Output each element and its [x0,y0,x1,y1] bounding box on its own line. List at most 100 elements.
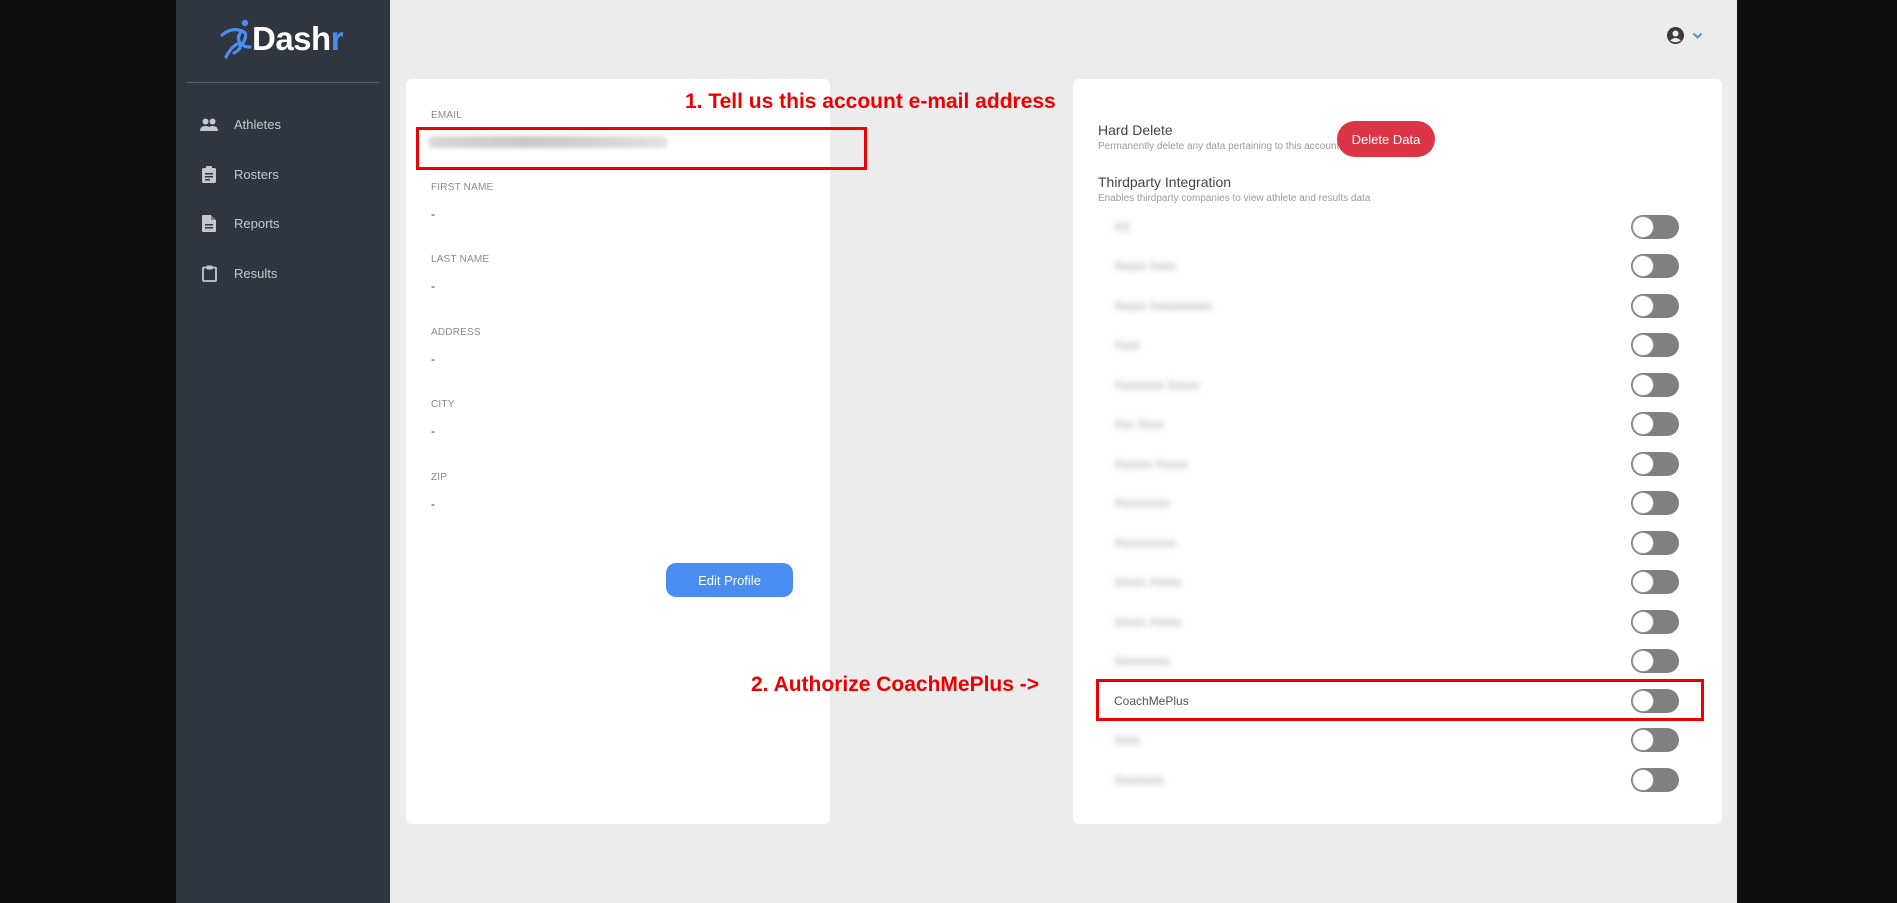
toggle-knob [1632,531,1654,554]
integration-toggle[interactable] [1631,570,1679,595]
integration-label: Xxxxx Xxxxx [1114,575,1182,590]
field-value: - [431,424,435,438]
field-value: - [431,352,435,366]
integration-toggle[interactable] [1631,214,1679,239]
field-value: - [431,279,435,293]
integration-toggle[interactable] [1631,451,1679,476]
integration-row: Xxxxxx Xxxxx [1098,444,1696,484]
email-field: EMAIL [431,110,462,121]
sidebar-item-label: Athletes [234,117,281,133]
dashr-logo[interactable]: Dashr [220,14,344,64]
integration-toggle[interactable] [1631,649,1679,674]
integration-row: Xxxxxxxxx [1098,484,1696,524]
toggle-knob [1632,255,1654,278]
integration-row: Xxxx [1098,326,1696,366]
integration-row: Xxx Xxxx [1098,405,1696,445]
toggle-knob [1632,768,1654,791]
integration-label: Xxxxx Xxxxxxxxxn [1114,298,1213,313]
sidebar-item-label: Results [234,265,278,281]
field-value: - [431,497,435,511]
integration-row: XX [1098,207,1696,247]
toggle-knob [1632,571,1654,594]
integration-label: Xxxxxxxxx [1114,654,1171,669]
field-label: EMAIL [431,110,463,121]
integration-label: Xxxxx Xxxx [1114,259,1176,274]
user-menu[interactable] [1667,27,1703,44]
integration-row: Xxxxx Xxxx [1098,247,1696,287]
sidebar-divider [187,82,379,83]
city-field: CITY - [431,399,455,438]
delete-data-button[interactable]: Delete Data [1337,121,1435,157]
clipboard-list-icon [199,164,219,184]
integration-toggle[interactable] [1631,293,1679,318]
file-text-icon [199,214,219,234]
sidebar-item-label: Reports [234,216,280,232]
integration-toggle[interactable] [1631,728,1679,753]
integration-label: Xxxxxx Xxxxx [1114,456,1188,471]
integration-row: Xxxx [1098,721,1696,761]
annotation-step1: 1. Tell us this account e-mail address [685,90,1056,113]
address-field: ADDRESS - [431,327,481,366]
clipboard-icon [199,263,219,283]
integration-toggle[interactable] [1631,609,1679,634]
integration-row: Xxxxxxxxxx [1098,523,1696,563]
zip-field: ZIP - [431,472,447,511]
last-name-field: LAST NAME - [431,254,489,293]
sidebar-item-results[interactable]: Results [176,249,390,299]
toggle-knob [1632,215,1654,238]
integration-row: Xxxxx Xxxxx [1098,563,1696,603]
sidebar-item-athletes[interactable]: Athletes [176,100,390,150]
sidebar: Dashr Athletes Rosters Reports Results [176,0,390,903]
integration-row: Xxxxxxxx [1098,760,1696,800]
sidebar-item-reports[interactable]: Reports [176,199,390,249]
annotation-step2: 2. Authorize CoachMePlus -> [751,673,1040,696]
field-label: CITY [431,399,455,410]
integration-label: XX [1114,219,1131,234]
integration-toggle[interactable] [1631,372,1679,397]
integration-row: Xxxxxxxxx [1098,642,1696,682]
annotation-coachmeplus-box [1096,679,1704,721]
profile-card: EMAIL FIRST NAME - LAST NAME - ADDRESS -… [406,79,830,824]
field-label: ZIP [431,472,448,483]
integration-row: Xxxxxxxx Xxxxx [1098,365,1696,405]
integration-toggle[interactable] [1631,254,1679,279]
chevron-down-icon [1692,32,1703,39]
people-icon [199,115,219,135]
toggle-knob [1632,334,1654,357]
toggle-knob [1632,294,1654,317]
toggle-knob [1632,373,1654,396]
integration-toggle[interactable] [1631,333,1679,358]
field-value: - [431,207,435,221]
integration-label: Xxxxxxxx Xxxxx [1114,377,1200,392]
sidebar-item-rosters[interactable]: Rosters [176,150,390,200]
field-label: FIRST NAME [431,182,494,193]
field-label: LAST NAME [431,254,490,265]
toggle-knob [1632,452,1654,475]
integration-toggle[interactable] [1631,530,1679,555]
app-window: Dashr Athletes Rosters Reports Results E… [176,0,1737,903]
toggle-knob [1632,729,1654,752]
toggle-knob [1632,413,1654,436]
integration-label: Xxxxx Xxxxx [1114,614,1182,629]
runner-icon [220,19,252,59]
integration-label: Xxxxxxxxx [1114,496,1171,511]
annotation-email-box [416,127,867,170]
integration-toggle[interactable] [1631,767,1679,792]
user-circle-icon [1667,27,1684,44]
integration-label: Xxxxxxxx [1114,772,1165,787]
sidebar-nav: Athletes Rosters Reports Results [176,100,390,298]
toggle-knob [1632,610,1654,633]
toggle-knob [1632,650,1654,673]
integration-title: Thirdparty Integration [1098,174,1232,190]
integration-label: Xxxx [1114,338,1141,353]
integration-label: Xxx Xxxx [1114,417,1164,432]
hard-delete-subtitle: Permanently delete any data pertaining t… [1098,141,1340,152]
edit-profile-button[interactable]: Edit Profile [666,563,793,597]
integration-toggle[interactable] [1631,491,1679,516]
hard-delete-title: Hard Delete [1098,122,1173,138]
integration-label: Xxxxxxxxxx [1114,535,1177,550]
integration-row: Xxxxx Xxxxx [1098,602,1696,642]
integration-toggle[interactable] [1631,412,1679,437]
first-name-field: FIRST NAME - [431,182,493,221]
brand-name: Dashr [252,20,344,57]
